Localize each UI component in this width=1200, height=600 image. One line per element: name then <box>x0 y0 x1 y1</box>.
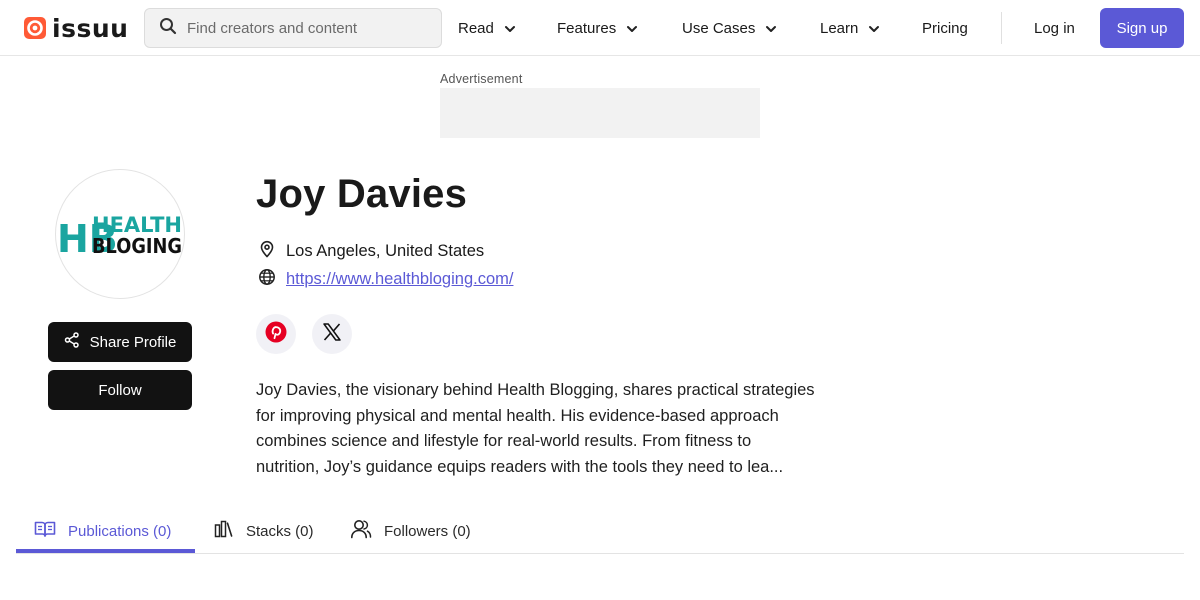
tab-publications[interactable]: Publications (0) <box>34 510 171 552</box>
issuu-logo-icon <box>24 17 46 39</box>
follow-button[interactable]: Follow <box>48 370 192 410</box>
location-pin-icon <box>258 240 276 263</box>
nav-read[interactable]: Read <box>458 0 516 56</box>
profile-name: Joy Davies <box>256 172 468 216</box>
users-icon <box>350 519 372 543</box>
pinterest-button[interactable] <box>256 314 296 354</box>
advertisement-slot[interactable] <box>440 88 760 138</box>
chevron-down-icon <box>765 20 777 37</box>
search-input[interactable] <box>187 19 427 37</box>
tab-stacks[interactable]: Stacks (0) <box>214 510 314 552</box>
chevron-down-icon <box>504 20 516 37</box>
pinterest-icon <box>265 321 287 348</box>
x-icon <box>322 322 342 347</box>
book-open-icon <box>34 520 56 542</box>
tab-label: Publications (0) <box>68 522 172 540</box>
advertisement-label: Advertisement <box>440 72 523 86</box>
share-profile-label: Share Profile <box>89 333 177 351</box>
globe-icon <box>258 268 276 291</box>
tab-label: Followers (0) <box>384 522 471 540</box>
tab-label: Stacks (0) <box>246 522 314 540</box>
search-box[interactable] <box>144 8 442 48</box>
share-icon <box>64 332 80 352</box>
tabs-divider <box>16 553 1184 554</box>
location-text: Los Angeles, United States <box>286 242 485 260</box>
website-link[interactable]: https://www.healthbloging.com/ <box>286 270 513 289</box>
nav-label: Features <box>557 19 617 37</box>
top-navigation-bar: issuu Read Features Use Cases Learn Pric… <box>0 0 1200 56</box>
follow-label: Follow <box>98 381 142 399</box>
nav-features[interactable]: Features <box>557 0 638 56</box>
issuu-logo[interactable]: issuu <box>24 13 129 43</box>
nav-pricing[interactable]: Pricing <box>922 0 968 56</box>
search-icon <box>159 17 177 40</box>
nav-label: Read <box>458 19 494 37</box>
chevron-down-icon <box>868 20 880 37</box>
nav-use-cases[interactable]: Use Cases <box>682 0 777 56</box>
login-link[interactable]: Log in <box>1034 0 1075 56</box>
health-bloging-logo: HB HEALTH BLOGING <box>57 213 182 261</box>
signup-button[interactable]: Sign up <box>1100 8 1184 48</box>
profile-bio: Joy Davies, the visionary behind Health … <box>256 381 815 477</box>
nav-divider <box>1001 12 1002 44</box>
chevron-down-icon <box>626 20 638 37</box>
profile-location: Los Angeles, United States <box>258 240 484 263</box>
logo-wordmark: issuu <box>52 13 129 43</box>
profile-website: https://www.healthbloging.com/ <box>258 268 513 291</box>
nav-learn[interactable]: Learn <box>820 0 880 56</box>
avatar: HB HEALTH BLOGING <box>55 169 185 299</box>
stacks-icon <box>214 520 234 542</box>
tab-followers[interactable]: Followers (0) <box>350 510 471 552</box>
logo-line2: BLOGING <box>92 234 182 258</box>
share-profile-button[interactable]: Share Profile <box>48 322 192 362</box>
x-button[interactable] <box>312 314 352 354</box>
nav-label: Use Cases <box>682 19 756 37</box>
active-tab-indicator <box>16 549 195 553</box>
nav-label: Learn <box>820 19 859 37</box>
nav-label: Pricing <box>922 19 968 37</box>
